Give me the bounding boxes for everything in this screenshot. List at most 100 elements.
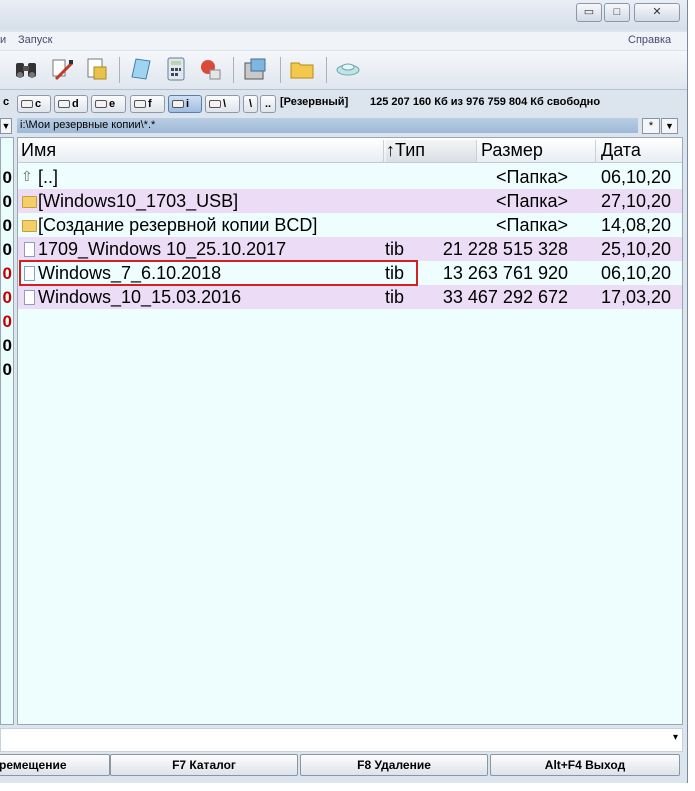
left-panel-digit: 0: [2, 192, 12, 211]
toolbar-separator: [280, 57, 281, 83]
notepad-icon[interactable]: [126, 55, 154, 83]
folder-icon: [22, 196, 37, 208]
drive-bar: c c d e f i \ \ .. [Резервный] 125 207 1…: [0, 93, 687, 115]
path-dropdown-button[interactable]: ▼: [661, 118, 678, 134]
drive-letter: c: [35, 98, 42, 110]
toolbar-separator: [233, 57, 234, 83]
file-ext: tib: [385, 239, 405, 259]
file-size: <Папка>: [496, 215, 568, 235]
file-row[interactable]: [Создание резервной копии BCD] <Папка> 1…: [18, 213, 682, 237]
maximize-button[interactable]: □: [604, 3, 630, 22]
drive-letter: i: [186, 98, 190, 110]
file-name: [..]: [38, 167, 59, 187]
multi-rename-icon[interactable]: [48, 55, 76, 83]
file-icon: [24, 242, 35, 257]
drive-letter: e: [109, 98, 116, 110]
folder-icon: [22, 220, 37, 232]
root-button[interactable]: \: [243, 95, 258, 113]
binoculars-icon[interactable]: [12, 55, 40, 83]
f8-delete-button[interactable]: F8 Удаление: [300, 754, 488, 776]
left-path-dropdown[interactable]: ▼: [0, 118, 12, 134]
file-size: <Папка>: [496, 167, 568, 187]
file-name: [Windows10_1703_USB]: [38, 191, 239, 211]
drive-icon: [58, 100, 70, 109]
drive-letter: f: [148, 98, 152, 110]
column-size[interactable]: Размер: [481, 140, 596, 162]
drive-label-partial: c: [3, 96, 10, 108]
file-row[interactable]: Windows_10_15.03.2016 tib 33 467 292 672…: [18, 285, 682, 309]
cd-drive-icon: [134, 100, 146, 109]
left-panel-digit: 0: [2, 312, 12, 331]
settings-puzzle-icon[interactable]: [196, 55, 224, 83]
network-icon: [209, 100, 221, 109]
column-header: Имя ↑Тип Размер Дата: [18, 138, 682, 163]
history-star-button[interactable]: *: [642, 118, 660, 134]
left-panel-digit: 0: [2, 216, 12, 235]
drive-icon: [21, 100, 33, 109]
ftp-connect-icon[interactable]: [334, 55, 362, 83]
root-label: \: [248, 98, 253, 110]
menu-item-launch[interactable]: Запуск: [18, 34, 52, 46]
column-type[interactable]: ↑Тип: [386, 140, 477, 162]
file-row[interactable]: Windows_7_6.10.2018 tib 13 263 761 920 0…: [18, 261, 682, 285]
right-panel[interactable]: Имя ↑Тип Размер Дата ⇧ [..] <Папка> 06,1…: [17, 137, 683, 725]
left-panel-digit: 0: [2, 264, 12, 283]
drive-button-network[interactable]: \: [205, 95, 240, 113]
file-size: 33 467 292 672: [442, 287, 568, 307]
file-date: 06,10,20: [601, 167, 672, 187]
drive-letter: \: [223, 98, 227, 110]
menu-bar: и Запуск Справка: [0, 32, 687, 50]
file-ext: tib: [385, 287, 405, 307]
drive-letter: d: [72, 98, 79, 110]
file-manager-window: ▭ □ ✕ и Запуск Справка c c d e f i \ \ .…: [0, 0, 688, 784]
file-name: Windows_7_6.10.2018: [38, 263, 222, 283]
column-name[interactable]: Имя: [21, 140, 384, 162]
altf4-exit-button[interactable]: Alt+F4 Выход: [490, 754, 680, 776]
toolbar: [0, 51, 687, 90]
archive-icon[interactable]: [241, 55, 269, 83]
left-panel-digit: 0: [2, 168, 12, 187]
parent-button[interactable]: ..: [260, 95, 276, 113]
file-row[interactable]: [Windows10_1703_USB] <Папка> 27,10,20: [18, 189, 682, 213]
menu-item-partial[interactable]: и: [0, 34, 6, 46]
calculator-icon[interactable]: [162, 55, 190, 83]
file-name: [Создание резервной копии BCD]: [38, 215, 318, 235]
file-size: 21 228 515 328: [442, 239, 568, 259]
folder-icon[interactable]: [288, 55, 316, 83]
volume-label: [Резервный]: [280, 96, 349, 108]
file-date: 14,08,20: [601, 215, 672, 235]
title-bar: ▭ □ ✕: [0, 0, 687, 30]
left-panel[interactable]: 0 0 0 0 0 0 0 0 0: [0, 137, 14, 725]
up-dir-icon: ⇧: [21, 168, 33, 184]
file-name: Windows_10_15.03.2016: [38, 287, 242, 307]
close-button[interactable]: ✕: [634, 3, 680, 22]
function-key-bar: ремещение F7 Каталог F8 Удаление Alt+F4 …: [0, 753, 687, 777]
file-name: 1709_Windows 10_25.10.2017: [38, 239, 287, 259]
drive-button-i[interactable]: i: [168, 95, 202, 113]
file-date: 06,10,20: [601, 263, 672, 283]
file-ext: tib: [385, 263, 405, 283]
drive-button-e[interactable]: e: [91, 95, 126, 113]
drive-icon: [95, 100, 107, 109]
file-icon: [24, 266, 35, 281]
drive-button-c[interactable]: c: [17, 95, 51, 113]
minimize-button[interactable]: ▭: [576, 3, 602, 22]
command-line[interactable]: ▾: [0, 728, 683, 752]
chevron-down-icon[interactable]: ▾: [673, 732, 678, 743]
column-date[interactable]: Дата: [601, 140, 681, 162]
drive-button-d[interactable]: d: [54, 95, 88, 113]
current-path: i:\Мои резервные копии\*.*: [17, 118, 638, 133]
parent-label: ..: [264, 98, 272, 110]
file-date: 17,03,20: [601, 287, 672, 307]
drive-icon: [172, 100, 184, 109]
file-row[interactable]: ⇧ [..] <Папка> 06,10,20: [18, 165, 682, 189]
drive-button-f[interactable]: f: [130, 95, 165, 113]
f6-move-button[interactable]: ремещение: [0, 754, 110, 776]
sync-dirs-icon[interactable]: [82, 55, 110, 83]
file-icon: [24, 290, 35, 305]
f7-mkdir-button[interactable]: F7 Каталог: [110, 754, 298, 776]
menu-item-help[interactable]: Справка: [628, 34, 671, 46]
file-row[interactable]: 1709_Windows 10_25.10.2017 tib 21 228 51…: [18, 237, 682, 261]
file-size: <Папка>: [496, 191, 568, 211]
bottom-strip: [0, 783, 695, 791]
